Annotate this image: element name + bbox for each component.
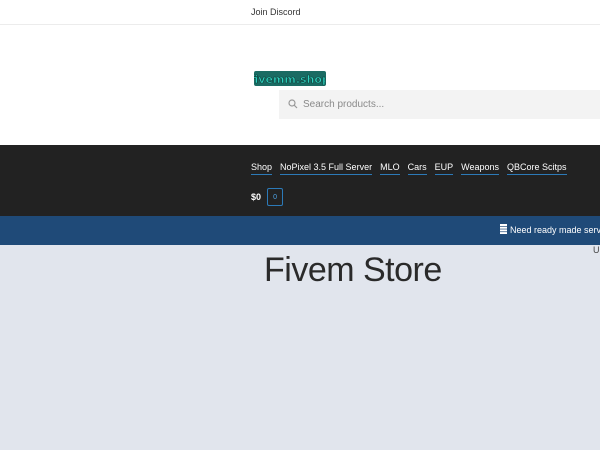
top-bar: Join Discord xyxy=(0,0,600,25)
nav-item-mlo[interactable]: MLO xyxy=(380,162,400,175)
notice-bar: Need ready made serve xyxy=(0,216,600,245)
logo-text: fivemm.shop xyxy=(254,73,326,86)
site-logo[interactable]: fivemm.shop xyxy=(254,68,326,88)
join-discord-link[interactable]: Join Discord xyxy=(251,7,301,17)
main-content: U Fivem Store xyxy=(0,245,600,450)
nav-item-eup[interactable]: EUP xyxy=(434,162,454,175)
stray-text: U xyxy=(593,245,600,255)
nav-item-shop[interactable]: Shop xyxy=(251,162,273,175)
cart-link[interactable]: $0 0 xyxy=(251,188,284,206)
site-header: fivemm.shop xyxy=(0,25,600,145)
search-box xyxy=(279,90,600,119)
search-input[interactable] xyxy=(303,96,593,113)
nav-item-cars[interactable]: Cars xyxy=(407,162,427,175)
cart-amount: $0 xyxy=(251,192,262,202)
server-icon xyxy=(500,224,507,234)
cart-count-badge: 0 xyxy=(267,188,284,206)
main-navigation: Shop NoPixel 3.5 Full Server MLO Cars EUP Wea… xyxy=(0,145,600,216)
nav-item-nopixel[interactable]: NoPixel 3.5 Full Server xyxy=(280,162,373,175)
notice-text[interactable]: Need ready made serve xyxy=(510,225,600,235)
nav-item-qbcore[interactable]: QBCore Scitps xyxy=(506,162,567,175)
search-icon xyxy=(288,99,298,109)
nav-menu: Shop NoPixel 3.5 Full Server MLO Cars EUP Wea… xyxy=(251,157,575,175)
page-title: Fivem Store xyxy=(264,251,442,289)
nav-item-weapons[interactable]: Weapons xyxy=(461,162,499,175)
